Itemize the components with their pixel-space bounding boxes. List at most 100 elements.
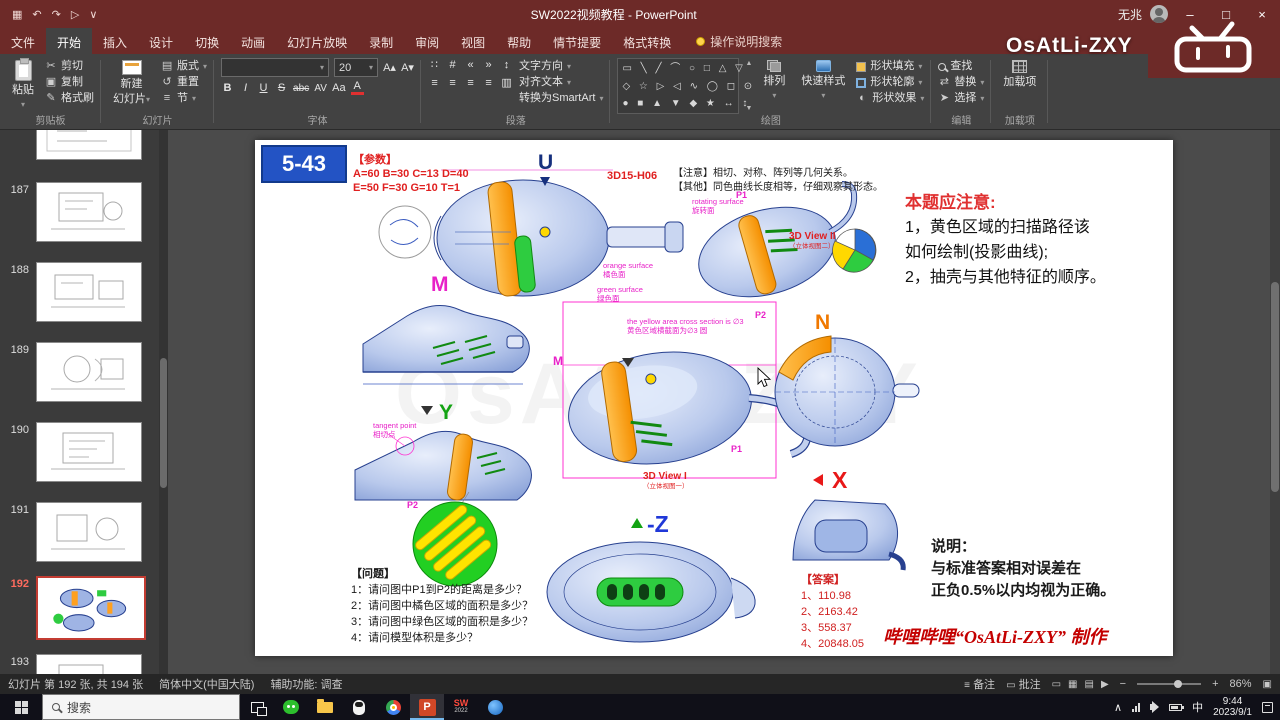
tray-expand-chevron[interactable]: ∧ xyxy=(1114,701,1122,714)
new-slide-button[interactable]: 新建 幻灯片▾ xyxy=(108,58,155,108)
p2-label-yview[interactable]: P2 xyxy=(407,500,418,511)
file-explorer-app[interactable] xyxy=(308,694,342,720)
strikethrough-button[interactable]: abc xyxy=(293,83,309,94)
align-text-button[interactable]: 对齐文本 ▾ xyxy=(519,76,603,89)
view2-caption[interactable]: 3D View II xyxy=(789,232,836,242)
close-button[interactable]: × xyxy=(1248,7,1276,22)
powerpoint-app-active[interactable]: P xyxy=(410,694,444,720)
tab-help[interactable]: 帮助 xyxy=(496,28,542,54)
slide-192[interactable]: OsAtLi-ZXY xyxy=(255,140,1173,656)
section-button[interactable]: ≡ 节 ▾ xyxy=(161,92,207,105)
tab-animations[interactable]: 动画 xyxy=(230,28,276,54)
green-surface-annotation[interactable]: green surface 绿色面 xyxy=(597,285,643,303)
tab-transitions[interactable]: 切换 xyxy=(184,28,230,54)
align-center-button[interactable]: ≡ xyxy=(446,77,459,89)
notes-button[interactable]: ≡ 备注 xyxy=(964,676,995,692)
view2-subcaption[interactable]: （立体视图二） xyxy=(789,243,835,251)
replace-button[interactable]: ⇄ 替换 ▾ xyxy=(938,76,985,89)
character-spacing-button[interactable]: AV xyxy=(314,83,327,94)
tab-review[interactable]: 审阅 xyxy=(404,28,450,54)
tab-slideshow[interactable]: 幻灯片放映 xyxy=(276,28,358,54)
view1-caption[interactable]: 3D View I xyxy=(643,472,687,482)
justify-button[interactable]: ≡ xyxy=(482,77,495,89)
align-left-button[interactable]: ≡ xyxy=(428,77,441,89)
slide-thumbnail-panel[interactable]: 187 188 189 190 191 192 193 xyxy=(0,130,168,674)
format-painter-button[interactable]: ✎ 格式刷 xyxy=(45,92,94,105)
font-size-combo[interactable]: 20 ▾ xyxy=(334,58,379,77)
text-direction-button[interactable]: 文字方向 ▾ xyxy=(519,60,603,73)
shrink-font-button[interactable]: A▾ xyxy=(401,61,414,74)
text-shadow-button[interactable]: S xyxy=(275,82,288,94)
credit-line[interactable]: 哔哩哔哩“OsAtLi-ZXY” 制作 xyxy=(883,626,1107,649)
italic-button[interactable]: I xyxy=(239,82,252,94)
shape-fill-button[interactable]: 形状填充 ▾ xyxy=(856,60,924,73)
tell-me-search[interactable]: 操作说明搜索 xyxy=(696,28,782,54)
tab-view[interactable]: 视图 xyxy=(450,28,496,54)
quick-styles-button[interactable]: 快速样式 ▾ xyxy=(796,58,850,104)
find-button[interactable]: 查找 xyxy=(938,60,984,73)
chrome-app[interactable] xyxy=(376,694,410,720)
grow-font-button[interactable]: A▴ xyxy=(383,61,396,74)
solidworks-app[interactable]: SW 2022 xyxy=(444,694,478,720)
shape-effects-button[interactable]: ◐ 形状效果 ▾ xyxy=(856,92,924,105)
avatar[interactable] xyxy=(1150,5,1168,23)
orange-surface-annotation[interactable]: orange surface 橘色面 xyxy=(603,261,653,279)
change-case-button[interactable]: Aa xyxy=(332,82,345,94)
view-label-m[interactable]: M xyxy=(431,272,449,298)
addins-button[interactable]: 加载项 xyxy=(998,58,1041,90)
volume-icon[interactable] xyxy=(1150,701,1160,713)
taskbar-search-box[interactable]: 搜索 xyxy=(42,694,240,720)
underline-button[interactable]: U xyxy=(257,82,270,94)
bold-button[interactable]: B xyxy=(221,82,234,94)
yellow-area-annotation[interactable]: the yellow area cross section is ∅3 黄色区域横… xyxy=(627,317,744,335)
shape-gallery[interactable]: ▭ ╲ ╱ ⌒ ○ □ △ ▽ ◇ ☆ ▷ ◁ ∿ ◯ ◻ ⊙ ● ■ ▲ ▼ … xyxy=(617,58,752,114)
line-spacing-button[interactable]: ↕ xyxy=(500,59,513,71)
tab-format-convert[interactable]: 格式转换 xyxy=(612,28,682,54)
answers-block[interactable]: 【答案】 1、110.98 2、2163.42 3、558.37 4、20848… xyxy=(801,572,864,652)
tab-storyboard[interactable]: 情节提要 xyxy=(542,28,612,54)
columns-button[interactable]: ▥ xyxy=(500,76,513,89)
normal-view-button[interactable]: ▭ xyxy=(1052,679,1061,690)
canvas-scrollbar[interactable] xyxy=(1270,130,1280,674)
slide-sorter-view-button[interactable]: ▦ xyxy=(1068,679,1077,690)
params-block[interactable]: 【参数】 A=60 B=30 C=13 D=40 E=50 F=30 G=10 … xyxy=(353,154,469,195)
task-view-button[interactable] xyxy=(240,694,274,720)
attention-note-block[interactable]: 本题应注意: 1，黄色区域的扫描路径该 如何绘制(投影曲线); 2，抽壳与其他特… xyxy=(905,190,1106,290)
tangent-point-annotation[interactable]: tangent point 相切点 xyxy=(373,421,416,439)
qat-customize-icon[interactable]: ∨ xyxy=(89,8,97,21)
view-label-n[interactable]: N xyxy=(815,310,830,336)
bullets-button[interactable]: ∷ xyxy=(428,58,441,71)
slide-canvas[interactable]: OsAtLi-ZXY xyxy=(168,130,1280,674)
action-center-icon[interactable] xyxy=(1262,701,1273,713)
view-label-negz[interactable]: -Z xyxy=(647,510,669,539)
thumbnail-188[interactable]: 188 xyxy=(0,262,142,322)
accessibility-status[interactable]: 辅助功能: 调查 xyxy=(270,676,342,692)
numbering-button[interactable]: # xyxy=(446,59,459,71)
view1-subcaption[interactable]: （立体视图一） xyxy=(643,483,689,491)
tab-record[interactable]: 录制 xyxy=(358,28,404,54)
layout-button[interactable]: ▤ 版式 ▾ xyxy=(161,60,207,73)
undo-icon[interactable]: ↶ xyxy=(32,8,41,21)
network-icon[interactable] xyxy=(1132,702,1141,712)
maximize-button[interactable]: □ xyxy=(1212,7,1240,22)
taskbar-clock[interactable]: 9:44 2023/9/1 xyxy=(1213,696,1252,718)
thumbnail-187[interactable]: 187 xyxy=(0,182,142,242)
font-name-combo[interactable]: ▾ xyxy=(221,58,330,77)
tab-file[interactable]: 文件 xyxy=(0,28,46,54)
m-axis-label[interactable]: M xyxy=(553,354,563,369)
font-color-button[interactable]: A xyxy=(350,81,364,95)
tolerance-note-block[interactable]: 说明： 与标准答案相对误差在 正负0.5%以内均视为正确。 xyxy=(931,536,1115,602)
redo-icon[interactable]: ↷ xyxy=(52,8,61,21)
copy-button[interactable]: ▣ 复制 xyxy=(45,76,94,89)
start-slideshow-icon[interactable]: ▷ xyxy=(71,8,79,21)
start-button[interactable] xyxy=(0,694,42,720)
user-name[interactable]: 无兆 xyxy=(1118,6,1142,23)
smartart-button[interactable]: 转换为SmartArt ▾ xyxy=(519,92,603,105)
view-label-u[interactable]: U xyxy=(538,150,553,176)
view-label-y[interactable]: Y xyxy=(439,400,453,426)
zoom-level[interactable]: 86% xyxy=(1230,678,1252,690)
align-right-button[interactable]: ≡ xyxy=(464,77,477,89)
thumbnail-scrollbar[interactable] xyxy=(159,130,168,674)
notice-line-1[interactable]: 【注意】相切、对称、阵列等几何关系。 xyxy=(673,168,853,181)
slideshow-grid-icon[interactable]: ▦ xyxy=(12,8,22,21)
